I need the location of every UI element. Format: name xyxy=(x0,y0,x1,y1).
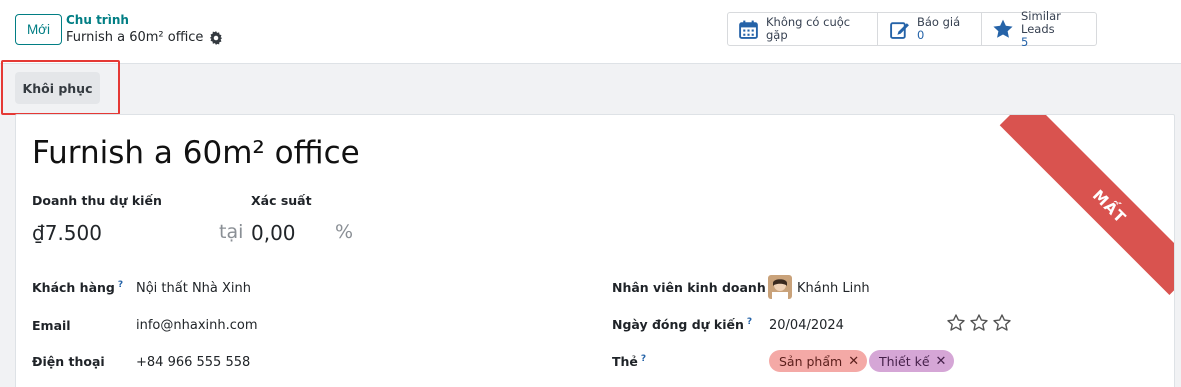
customer-field[interactable]: Nội thất Nhà Xinh xyxy=(136,281,251,296)
priority-star-icon[interactable] xyxy=(969,313,989,333)
priority-star-icon[interactable] xyxy=(992,313,1012,333)
remove-tag-icon[interactable]: ✕ xyxy=(936,354,947,369)
deadline-help-icon[interactable]: ? xyxy=(747,317,752,327)
priority-stars[interactable] xyxy=(946,313,1012,333)
tag-chip[interactable]: Sản phẩm ✕ xyxy=(769,350,868,372)
salesperson-field[interactable]: Khánh Linh xyxy=(797,281,870,296)
tags-label: Thẻ? xyxy=(612,354,647,370)
breadcrumb-current: Furnish a 60m² office xyxy=(66,29,223,47)
breadcrumb-parent-link[interactable]: Chu trình xyxy=(66,13,223,28)
new-button[interactable]: Mới xyxy=(15,14,62,45)
similar-leads-count: 5 xyxy=(1021,34,1029,49)
meetings-label: Không có cuộc gặp xyxy=(766,15,851,42)
deadline-field[interactable]: 20/04/2024 xyxy=(769,318,844,333)
calendar-icon xyxy=(738,18,759,40)
tag-chip[interactable]: Thiết kế ✕ xyxy=(869,350,955,372)
quotations-count: 0 xyxy=(917,28,925,42)
lost-ribbon: MẤT xyxy=(999,115,1174,295)
breadcrumb-current-label: Furnish a 60m² office xyxy=(66,30,204,45)
deadline-label: Ngày đóng dự kiến? xyxy=(612,317,753,333)
salesperson-label: Nhân viên kinh doanh xyxy=(612,280,766,295)
email-field[interactable]: info@nhaxinh.com xyxy=(136,318,258,333)
tag-label: Sản phẩm xyxy=(779,353,843,369)
remove-tag-icon[interactable]: ✕ xyxy=(848,354,859,369)
tag-label: Thiết kế xyxy=(879,353,930,369)
form-sheet: MẤT Furnish a 60m² office Doanh thu dự k… xyxy=(15,114,1175,387)
quotations-button[interactable]: Báo giá 0 xyxy=(878,13,982,45)
customer-label: Khách hàng? xyxy=(32,280,124,296)
smart-buttons: Không có cuộc gặp Báo giá 0 Similar Lead… xyxy=(727,8,1097,48)
expected-revenue-label: Doanh thu dự kiến xyxy=(32,193,162,208)
expected-revenue-field[interactable]: ₫7.500 xyxy=(32,221,102,245)
gear-icon[interactable] xyxy=(209,31,223,45)
similar-leads-label: Similar Leads xyxy=(1021,8,1061,36)
probability-label: Xác suất xyxy=(251,193,312,208)
avatar xyxy=(768,275,792,299)
edit-icon xyxy=(888,18,910,40)
star-icon xyxy=(992,18,1014,40)
at-label: tại xyxy=(219,221,244,243)
lead-title[interactable]: Furnish a 60m² office xyxy=(32,135,360,171)
tags-help-icon[interactable]: ? xyxy=(641,354,646,364)
priority-star-icon[interactable] xyxy=(946,313,966,333)
customer-help-icon[interactable]: ? xyxy=(118,280,123,290)
restore-button[interactable]: Khôi phục xyxy=(15,72,100,104)
similar-leads-button[interactable]: Similar Leads 5 xyxy=(982,8,1096,48)
phone-field[interactable]: +84 966 555 558 xyxy=(136,355,250,370)
control-panel: Mới Chu trình Furnish a 60m² office Khôn… xyxy=(0,0,1181,64)
breadcrumb: Chu trình Furnish a 60m² office xyxy=(66,13,223,47)
email-label: Email xyxy=(32,318,71,333)
probability-field[interactable]: 0,00 xyxy=(251,221,296,245)
percent-sign: % xyxy=(335,221,354,243)
meetings-button[interactable]: Không có cuộc gặp xyxy=(728,13,878,45)
phone-label: Điện thoại xyxy=(32,354,105,369)
